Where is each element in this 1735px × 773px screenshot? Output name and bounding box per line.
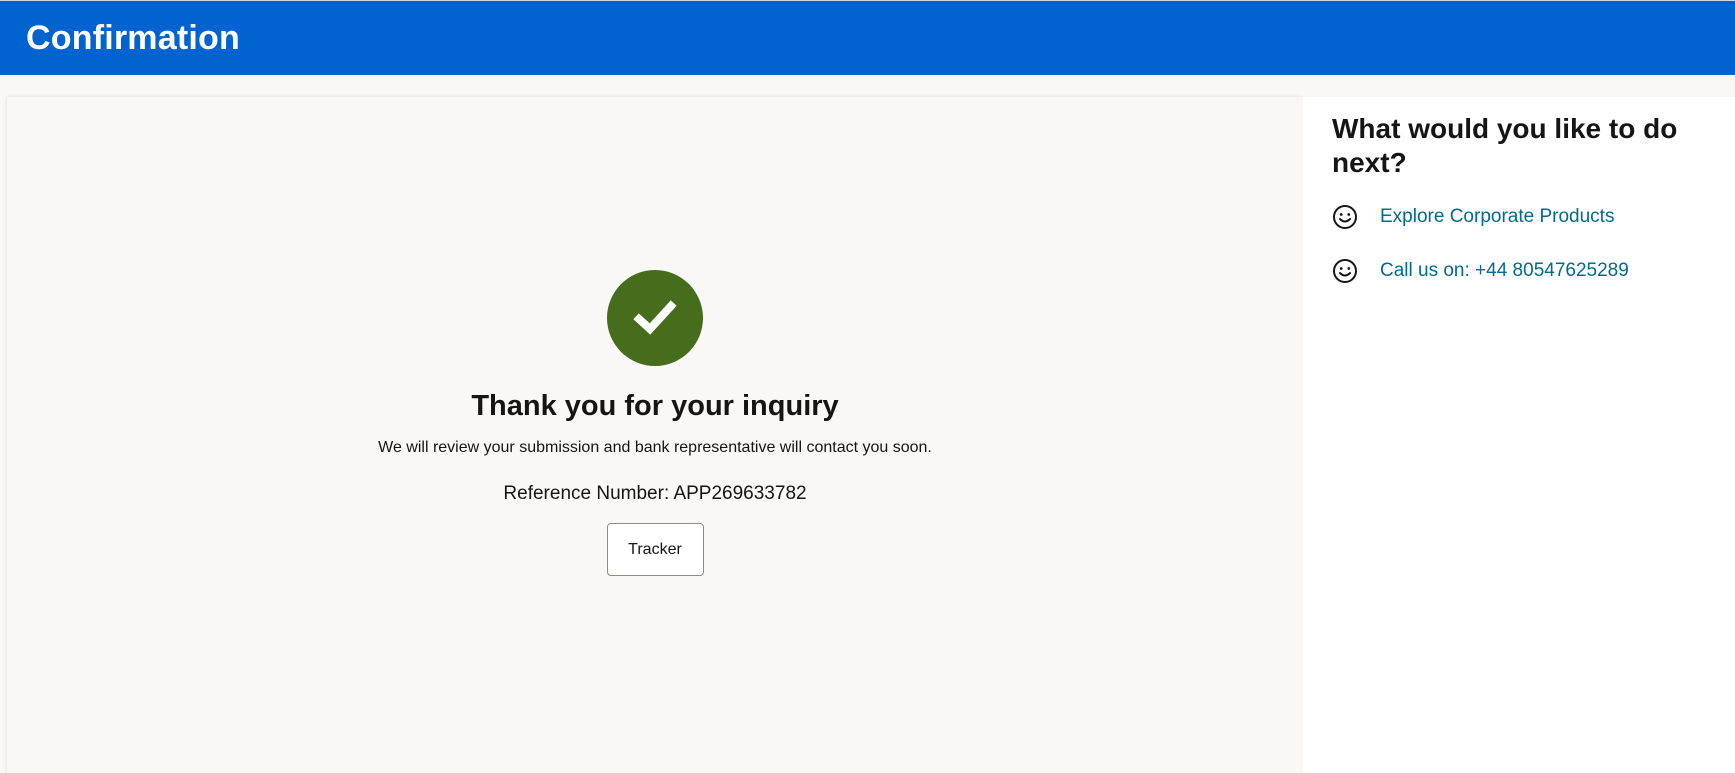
checkmark-circle-icon [607,270,703,366]
call-us-link[interactable]: Call us on: +44 80547625289 [1380,260,1629,282]
reference-value: APP269633782 [673,483,807,504]
confirmation-title: Thank you for your inquiry [471,390,839,422]
explore-products-link[interactable]: Explore Corporate Products [1380,206,1614,228]
confirmation-message: Thank you for your inquiry We will revie… [7,270,1303,576]
checkmark-icon [633,300,677,335]
call-us-item[interactable]: Call us on: +44 80547625289 [1332,258,1707,284]
next-steps-title: What would you like to do next? [1332,113,1678,179]
reference-number: Reference Number: APP269633782 [503,483,806,505]
page-title: Confirmation [26,18,240,57]
page-header: Confirmation [0,0,1735,75]
smiley-icon [1333,205,1357,230]
confirmation-subtitle: We will review your submission and bank … [378,439,932,456]
next-steps-panel: What would you like to do next? Explore … [1303,97,1735,773]
explore-products-item[interactable]: Explore Corporate Products [1332,204,1707,230]
tracker-button[interactable]: Tracker [606,523,704,576]
smiley-icon [1333,259,1357,284]
reference-label: Reference Number: [503,483,670,504]
confirmation-panel: Thank you for your inquiry We will revie… [7,97,1303,773]
